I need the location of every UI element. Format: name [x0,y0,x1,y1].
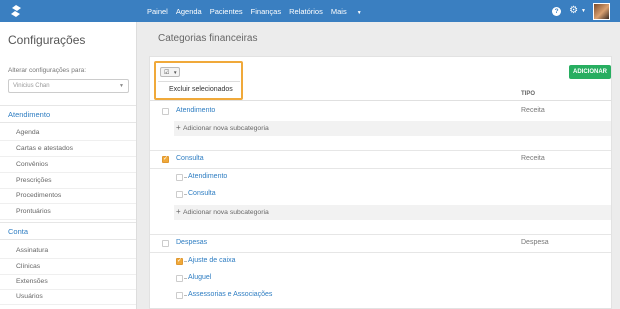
category-type: Despesa [521,239,549,246]
bulk-actions-dropdown: ☑ ▼ Excluir selecionados [154,61,243,100]
tree-connector [184,295,187,296]
user-select[interactable]: Vinicius Chan ▼ [8,79,129,93]
subcategory-row: Aluguel [150,270,611,287]
sidebar-item-extensoes[interactable]: Extensões [0,274,136,290]
category-name[interactable]: Despesas [176,239,207,246]
category-name[interactable]: Atendimento [176,107,215,114]
sidebar-title: Configurações [8,33,86,47]
row-checkbox[interactable] [162,155,169,163]
subcategory-row: Atendimento [150,169,611,186]
bulk-actions-button[interactable]: ☑ ▼ [160,67,180,77]
row-checkbox[interactable] [176,174,183,181]
user-select-label: Alterar configurações para: [8,67,87,74]
category-name[interactable]: Consulta [176,155,204,162]
plus-icon: + [176,123,181,132]
gear-icon[interactable]: ⚙ [569,0,578,22]
tree-connector [184,261,187,262]
tree-connector [184,278,187,279]
nav-agenda[interactable]: Agenda [176,7,202,16]
row-checkbox[interactable] [162,108,169,115]
sidebar-section-atendimento[interactable]: Atendimento [0,105,136,123]
row-checkbox[interactable] [176,292,183,299]
sidebar-item-assinatura[interactable]: Assinatura [0,243,136,259]
category-row: Consulta Receita [150,151,611,168]
category-type: Receita [521,155,545,162]
chevron-down-icon: ▼ [119,83,124,89]
subcategory-name[interactable]: Aluguel [188,274,211,281]
sidebar-item-prontuarios[interactable]: Prontuários [0,204,136,220]
sidebar-item-agenda[interactable]: Agenda [0,125,136,141]
add-subcategory-row[interactable]: + Adicionar nova subcategoria [174,205,611,220]
topbar-actions: ? ⚙ ▼ [552,0,620,22]
sidebar-item-procedimentos[interactable]: Procedimentos [0,188,136,204]
sidebar-item-usuarios[interactable]: Usuários [0,289,136,305]
sidebar-item-cartas[interactable]: Cartas e atestados [0,141,136,157]
tree-connector [184,194,187,195]
nav-mais-label: Mais [330,6,347,16]
subcategory-row: Consulta [150,186,611,203]
sidebar-item-clinicas[interactable]: Clínicas [0,259,136,275]
subcategory-name[interactable]: Consulta [188,190,216,197]
menu-item-delete-selected[interactable]: Excluir selecionados [169,86,233,93]
row-checkbox[interactable] [176,191,183,198]
row-checkbox[interactable] [176,257,183,265]
app-logo-icon[interactable] [9,4,23,18]
subcategory-name[interactable]: Atendimento [188,173,227,180]
subcategory-name[interactable]: Ajuste de caixa [188,257,235,264]
subcategory-row: Assessorias e Associações [150,287,611,304]
add-category-button[interactable]: ADICIONAR [569,65,611,79]
nav-financas[interactable]: Finanças [251,7,281,16]
add-subcategory-row[interactable]: + Adicionar nova subcategoria [174,121,611,136]
chevron-down-icon: ▼ [173,70,178,75]
row-checkbox[interactable] [162,240,169,247]
chevron-down-icon: ▼ [356,9,362,16]
page-title: Categorias financeiras [158,33,258,44]
chevron-down-icon[interactable]: ▼ [581,8,586,14]
tree-connector [184,177,187,178]
add-subcategory-label: Adicionar nova subcategoria [183,125,269,132]
column-header-type: TIPO [521,91,536,97]
top-navbar: Painel Agenda Pacientes Finanças Relatór… [0,0,620,22]
subcategory-name[interactable]: Assessorias e Associações [188,291,272,298]
subcategory-row: Ajuste de caixa [150,253,611,270]
sidebar-item-prescricoes[interactable]: Prescrições [0,173,136,189]
nav-mais[interactable]: Mais ▼ [331,7,370,16]
main-nav: Painel Agenda Pacientes Finanças Relatór… [147,0,378,22]
plus-icon: + [176,207,181,216]
nav-pacientes[interactable]: Pacientes [210,7,243,16]
header-divider [150,100,611,101]
help-icon[interactable]: ? [552,6,562,16]
bulk-actions-menu: Excluir selecionados [158,81,240,97]
row-checkbox[interactable] [176,275,183,282]
category-row: Atendimento Receita [150,103,611,120]
sidebar-item-convenios[interactable]: Convênios [0,157,136,173]
nav-relatorios[interactable]: Relatórios [289,7,323,16]
sidebar-section-conta[interactable]: Conta [0,222,136,240]
add-subcategory-label: Adicionar nova subcategoria [183,209,269,216]
category-row: Despesas Despesa [150,235,611,252]
nav-painel[interactable]: Painel [147,7,168,16]
checkbox-list-icon: ☑ [164,70,170,76]
category-type: Receita [521,107,545,114]
user-select-value: Vinicius Chan [13,83,50,89]
avatar[interactable] [593,2,610,20]
settings-sidebar: Configurações Alterar configurações para… [0,22,137,309]
